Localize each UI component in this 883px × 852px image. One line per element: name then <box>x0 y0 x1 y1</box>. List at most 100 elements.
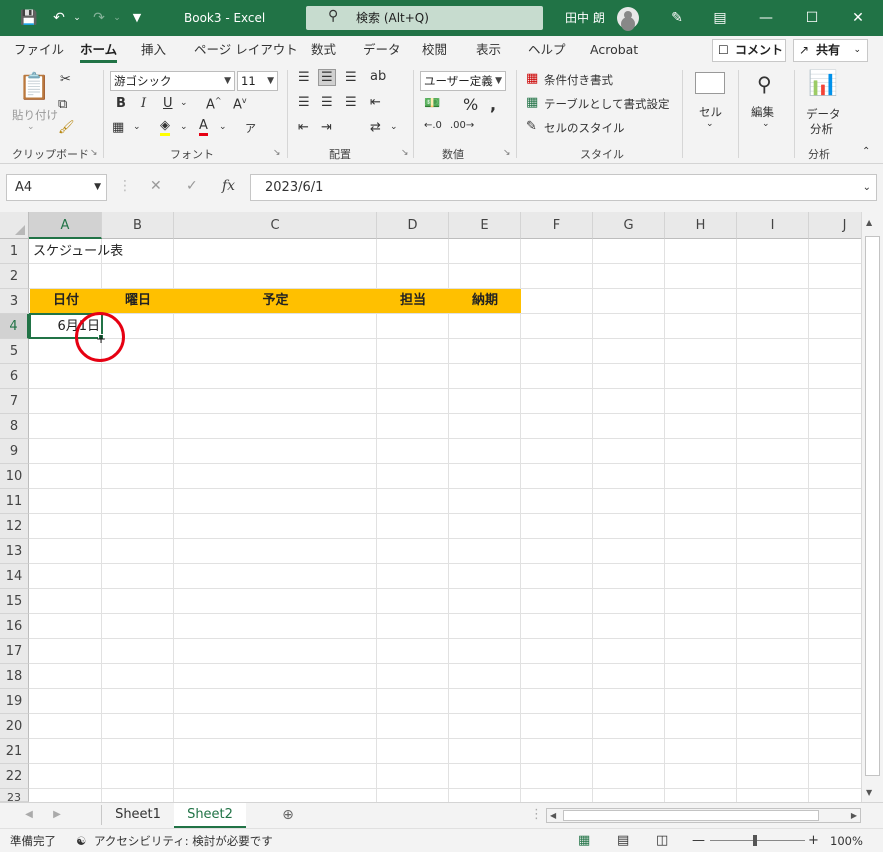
analyze-data-icon[interactable]: 📊 <box>808 69 838 97</box>
tab-file[interactable]: ファイル <box>14 36 64 64</box>
normal-view-icon[interactable]: ▦ <box>578 829 590 852</box>
row-header-14[interactable]: 14 <box>0 564 29 589</box>
minimize-button[interactable]: — <box>743 0 789 36</box>
tab-help[interactable]: ヘルプ <box>528 36 566 64</box>
decrease-decimal-icon[interactable]: .00→ <box>450 120 474 131</box>
search-box[interactable]: ⚲ 検索 (Alt+Q) <box>306 6 543 30</box>
insert-function-icon[interactable]: fx <box>222 178 235 194</box>
horizontal-scroll-thumb[interactable] <box>563 810 819 821</box>
redo-dropdown-icon[interactable]: ⌄ <box>108 9 126 27</box>
align-middle-icon[interactable]: ☰ <box>318 69 336 86</box>
font-color-dropdown-icon[interactable]: ⌄ <box>219 122 227 132</box>
enter-icon[interactable]: ✓ <box>186 178 198 194</box>
cut-icon[interactable]: ✂ <box>60 72 71 87</box>
cancel-icon[interactable]: ✕ <box>150 178 162 194</box>
tab-review[interactable]: 校閲 <box>422 36 447 64</box>
editing-dropdown-icon[interactable]: ⌄ <box>762 119 770 129</box>
merge-center-icon[interactable]: ⇄ <box>370 120 381 135</box>
align-right-icon[interactable]: ☰ <box>345 95 357 110</box>
scroll-down-icon[interactable]: ▼ <box>866 788 872 797</box>
cell-b3[interactable]: 曜日 <box>102 289 174 313</box>
next-sheet-icon[interactable]: ▶ <box>50 803 64 828</box>
row-header-20[interactable]: 20 <box>0 714 29 739</box>
align-bottom-icon[interactable]: ☰ <box>345 70 357 85</box>
expand-formula-bar-icon[interactable]: ⌄ <box>863 175 871 200</box>
font-size-combo[interactable]: 11 ▼ <box>237 71 278 91</box>
row-header-21[interactable]: 21 <box>0 739 29 764</box>
row-header-7[interactable]: 7 <box>0 389 29 414</box>
align-left-icon[interactable]: ☰ <box>298 95 310 110</box>
row-header-5[interactable]: 5 <box>0 339 29 364</box>
name-box[interactable]: A4 ▼ <box>6 174 107 201</box>
tab-insert[interactable]: 挿入 <box>141 36 166 64</box>
conditional-formatting-button[interactable]: ▦ 条件付き書式 <box>526 71 613 87</box>
row-header-16[interactable]: 16 <box>0 614 29 639</box>
select-all-button[interactable] <box>0 212 29 239</box>
cell-d3[interactable]: 担当 <box>377 289 449 313</box>
currency-icon[interactable]: 💵 <box>424 96 440 111</box>
collapse-ribbon-icon[interactable]: ⌃ <box>862 146 870 157</box>
undo-icon[interactable]: ↶ <box>50 9 68 27</box>
clipboard-dialog-launcher-icon[interactable]: ↘ <box>90 148 98 158</box>
scroll-up-icon[interactable]: ▲ <box>866 218 872 227</box>
cell-a3[interactable]: 日付 <box>30 289 102 313</box>
analyze-data-label-line1[interactable]: データ <box>806 106 841 122</box>
row-header-19[interactable]: 19 <box>0 689 29 714</box>
pen-icon[interactable]: ✎ <box>668 9 686 27</box>
page-layout-view-icon[interactable]: ▤ <box>617 829 629 852</box>
row-header-22[interactable]: 22 <box>0 764 29 789</box>
align-top-icon[interactable]: ☰ <box>298 70 310 85</box>
vertical-scrollbar[interactable]: ▲ ▼ <box>861 212 883 802</box>
zoom-slider[interactable] <box>710 840 805 841</box>
redo-icon[interactable]: ↷ <box>90 9 108 27</box>
avatar[interactable] <box>617 7 639 29</box>
find-icon[interactable]: ⚲ <box>757 72 772 96</box>
column-header-f[interactable]: F <box>521 212 593 239</box>
ribbon-display-options-icon[interactable]: ▤ <box>697 0 743 36</box>
undo-dropdown-icon[interactable]: ⌄ <box>68 9 86 27</box>
zoom-slider-thumb[interactable] <box>753 835 757 846</box>
sheet-tab-sheet1[interactable]: Sheet1 <box>103 803 173 828</box>
row-header-1[interactable]: 1 <box>0 239 29 264</box>
decrease-indent-icon[interactable]: ⇤ <box>298 120 309 135</box>
column-header-i[interactable]: I <box>737 212 809 239</box>
row-header-23[interactable]: 23 <box>0 789 29 802</box>
bold-icon[interactable]: B <box>116 96 126 111</box>
paste-dropdown-icon[interactable]: ⌄ <box>27 122 35 132</box>
row-header-10[interactable]: 10 <box>0 464 29 489</box>
spreadsheet-grid[interactable]: A B C D E F G H I J 1 2 3 4 5 6 7 8 9 10… <box>0 212 883 802</box>
accessibility-icon[interactable]: ☯ <box>76 829 86 852</box>
row-header-17[interactable]: 17 <box>0 639 29 664</box>
accessibility-status[interactable]: アクセシビリティ: 検討が必要です <box>94 829 273 852</box>
row-header-15[interactable]: 15 <box>0 589 29 614</box>
phonetic-icon[interactable]: ア <box>245 120 256 136</box>
row-header-11[interactable]: 11 <box>0 489 29 514</box>
column-header-d[interactable]: D <box>377 212 449 239</box>
new-sheet-icon[interactable]: ⊕ <box>278 803 298 828</box>
column-header-c[interactable]: C <box>174 212 377 239</box>
sheet-tab-sheet2[interactable]: Sheet2 <box>174 803 246 828</box>
cells-label[interactable]: セル <box>699 104 722 120</box>
font-name-combo[interactable]: 游ゴシック ▼ <box>110 71 235 91</box>
tab-home[interactable]: ホーム <box>80 36 118 64</box>
scroll-right-icon[interactable]: ▶ <box>851 809 857 822</box>
cell-e3[interactable]: 納期 <box>449 289 521 313</box>
restore-button[interactable]: ☐ <box>789 0 835 36</box>
font-dialog-launcher-icon[interactable]: ↘ <box>273 148 281 158</box>
increase-indent-icon[interactable]: ⇥ <box>321 120 332 135</box>
share-dropdown-icon[interactable]: ⌄ <box>853 40 861 61</box>
tab-view[interactable]: 表示 <box>476 36 501 64</box>
cells-icon[interactable] <box>695 72 725 94</box>
increase-decimal-icon[interactable]: ←.0 <box>424 120 442 131</box>
align-center-icon[interactable]: ☰ <box>321 95 333 110</box>
column-header-h[interactable]: H <box>665 212 737 239</box>
horizontal-scrollbar[interactable]: ◀ ▶ <box>546 808 861 823</box>
share-button[interactable]: ↗ 共有 ⌄ <box>793 39 868 62</box>
fill-color-icon[interactable]: ◈ <box>160 119 170 136</box>
alignment-dialog-launcher-icon[interactable]: ↘ <box>401 148 409 158</box>
row-header-8[interactable]: 8 <box>0 414 29 439</box>
number-format-combo[interactable]: ユーザー定義 ▼ <box>420 71 506 91</box>
formula-input[interactable]: 2023/6/1 ⌄ <box>250 174 877 201</box>
row-header-3[interactable]: 3 <box>0 289 29 314</box>
page-break-preview-icon[interactable]: ◫ <box>656 829 668 852</box>
